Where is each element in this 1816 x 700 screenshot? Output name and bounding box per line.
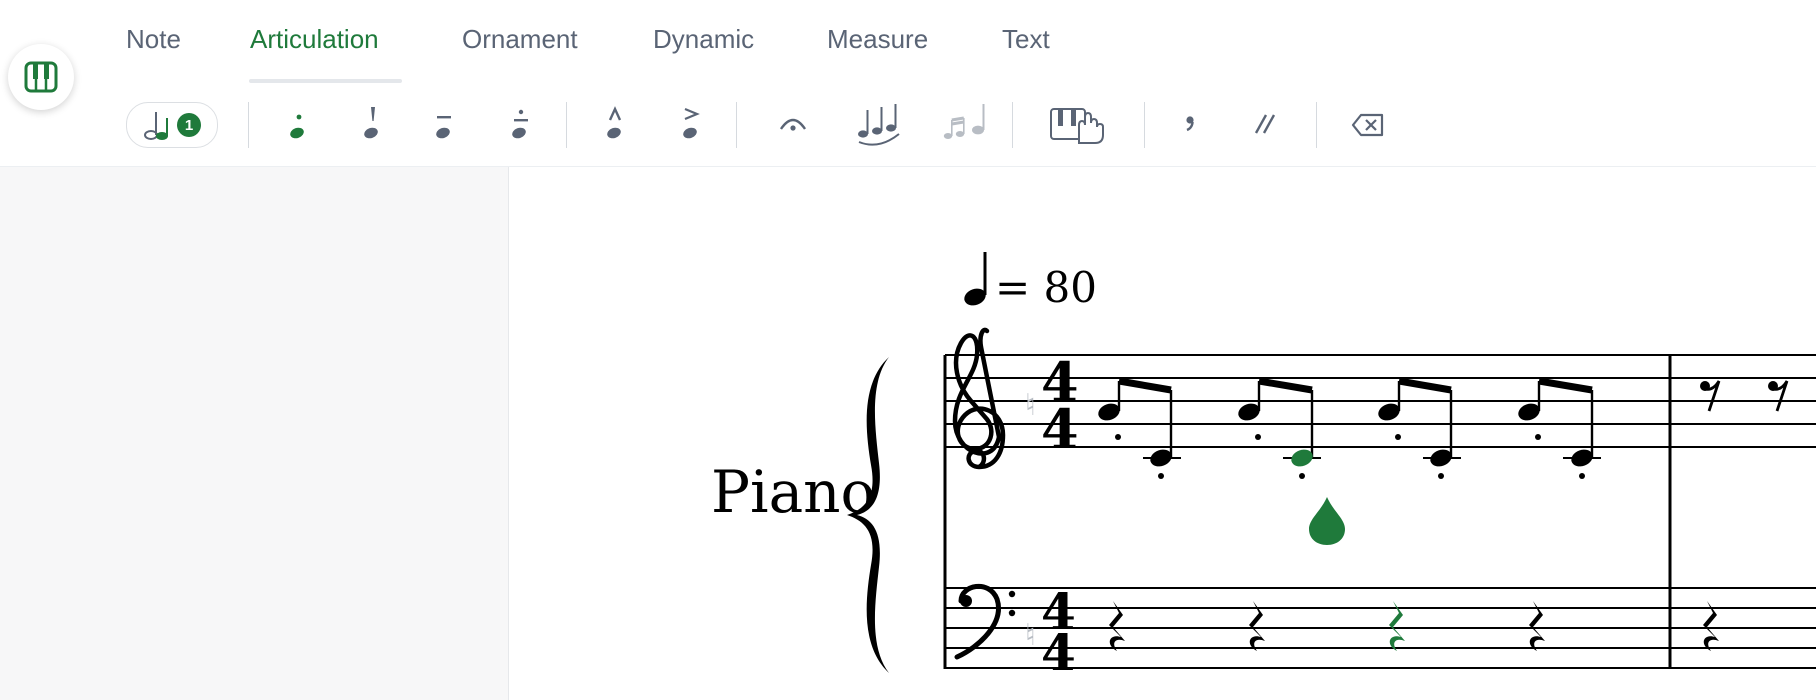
- beam-group: [1537, 377, 1594, 457]
- marcato-button[interactable]: [592, 84, 636, 166]
- slur-icon: [858, 104, 900, 146]
- tab-note[interactable]: Note: [126, 22, 181, 56]
- toolbar-separator: [1012, 102, 1013, 148]
- tab-dynamic[interactable]: Dynamic: [653, 22, 754, 56]
- tempo-marking: = 80: [964, 252, 1097, 312]
- tab-ornament[interactable]: Ornament: [462, 22, 578, 56]
- svg-text:4: 4: [1041, 623, 1076, 682]
- left-side-panel: [0, 167, 509, 700]
- caesura-button[interactable]: [1244, 84, 1288, 166]
- natural-sign: ♮: [1025, 618, 1036, 653]
- active-tab-indicator: [249, 79, 402, 83]
- tempo-text: = 80: [995, 263, 1097, 312]
- score-canvas[interactable]: = 80 Piano ♮ ♮ 4 4 4 4: [509, 167, 1816, 700]
- staccato-dot: [1438, 473, 1444, 479]
- slur-button[interactable]: [852, 84, 908, 166]
- caesura-icon: [1254, 114, 1276, 134]
- voice-selector[interactable]: 1: [126, 102, 218, 148]
- fingering-button[interactable]: [1046, 84, 1110, 166]
- toolbar-separator: [566, 102, 567, 148]
- staccato-dot: [1255, 434, 1261, 440]
- staccato-dot: [1158, 473, 1164, 479]
- note-cursor-marker: [1309, 497, 1345, 545]
- bass-clef: [954, 583, 1016, 660]
- articulation-toolbar: 1: [0, 84, 1816, 167]
- toolbar-separator: [248, 102, 249, 148]
- beam-group: [1257, 377, 1314, 457]
- fingering-icon: [1050, 108, 1104, 144]
- tab-text[interactable]: Text: [1002, 22, 1050, 56]
- treble-time-signature: 4 4: [1041, 350, 1079, 461]
- breath-mark-button[interactable]: [1170, 84, 1210, 166]
- staccato-dot: [1395, 434, 1401, 440]
- fermata-button[interactable]: [768, 84, 818, 166]
- tenuto-button[interactable]: [422, 84, 466, 166]
- eighth-rest: [1768, 380, 1789, 412]
- staccato-dot: [1115, 434, 1121, 440]
- staccato-icon: [290, 114, 304, 139]
- piano-keyboard-button[interactable]: [8, 44, 74, 110]
- score-svg: = 80 Piano ♮ ♮ 4 4 4 4: [711, 252, 1816, 682]
- grace-notes-icon: [943, 104, 985, 139]
- piano-keyboard-icon: [24, 61, 58, 93]
- staccatissimo-button[interactable]: [350, 84, 394, 166]
- voice-notes-icon: [144, 112, 168, 140]
- delete-articulation-button[interactable]: [1344, 84, 1392, 166]
- tenuto-icon: [436, 116, 451, 139]
- toolbar-separator: [736, 102, 737, 148]
- breath-mark-icon: [1186, 116, 1194, 132]
- staccato-dot: [1535, 434, 1541, 440]
- fermata-icon: [780, 118, 806, 131]
- voice-count-badge: 1: [177, 113, 201, 137]
- top-tab-bar: Note Articulation Ornament Dynamic Measu…: [0, 0, 1816, 85]
- accent-button[interactable]: [668, 84, 712, 166]
- staccatissimo-icon: [364, 107, 378, 139]
- natural-sign: ♮: [1025, 388, 1036, 423]
- toolbar-separator: [1144, 102, 1145, 148]
- toolbar-separator: [1316, 102, 1317, 148]
- staccato-dot: [1299, 473, 1305, 479]
- marcato-icon: [607, 106, 622, 139]
- staccato-dot: [1579, 473, 1585, 479]
- tenuto-staccato-icon: [512, 109, 528, 139]
- tenuto-staccato-button[interactable]: [498, 84, 542, 166]
- svg-text:4: 4: [1041, 397, 1079, 461]
- staccato-button[interactable]: [276, 84, 320, 166]
- tab-articulation[interactable]: Articulation: [250, 22, 379, 56]
- eighth-rest: [1700, 380, 1721, 412]
- tab-measure[interactable]: Measure: [827, 22, 928, 56]
- beam-group: [1397, 377, 1453, 457]
- bass-time-signature: 4 4: [1041, 582, 1076, 682]
- beam-group: [1117, 377, 1173, 457]
- accent-icon: [683, 107, 700, 139]
- treble-clef: [952, 327, 1006, 470]
- grace-notes-button[interactable]: [938, 84, 996, 166]
- backspace-icon: [1351, 113, 1384, 137]
